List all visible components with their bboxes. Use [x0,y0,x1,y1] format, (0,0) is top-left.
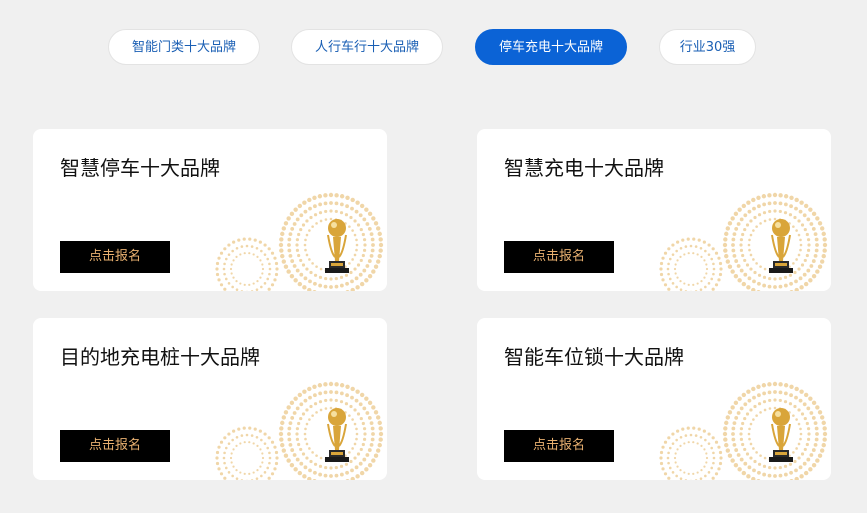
signup-button[interactable]: 点击报名 [504,430,614,462]
award-card-smart-parking: 智慧停车十大品牌 点击报名 [33,129,387,291]
tab-parking-charging[interactable]: 停车充电十大品牌 [475,29,627,65]
signup-button[interactable]: 点击报名 [60,241,170,273]
card-title: 智慧停车十大品牌 [60,156,220,180]
card-title: 智慧充电十大品牌 [504,156,664,180]
award-card-smart-charging: 智慧充电十大品牌 点击报名 [477,129,831,291]
trophy-icon [659,381,828,480]
award-card-destination-charger: 目的地充电桩十大品牌 点击报名 [33,318,387,480]
signup-button[interactable]: 点击报名 [504,241,614,273]
category-tabs: 智能门类十大品牌 人行车行十大品牌 停车充电十大品牌 行业30强 [0,29,867,67]
tab-pedestrian-vehicle[interactable]: 人行车行十大品牌 [291,29,443,65]
trophy-icon [215,192,384,291]
trophy-icon [659,192,828,291]
signup-button[interactable]: 点击报名 [60,430,170,462]
tab-smart-door[interactable]: 智能门类十大品牌 [108,29,260,65]
trophy-icon [215,381,384,480]
award-card-parking-lock: 智能车位锁十大品牌 点击报名 [477,318,831,480]
tab-industry-top30[interactable]: 行业30强 [659,29,756,65]
